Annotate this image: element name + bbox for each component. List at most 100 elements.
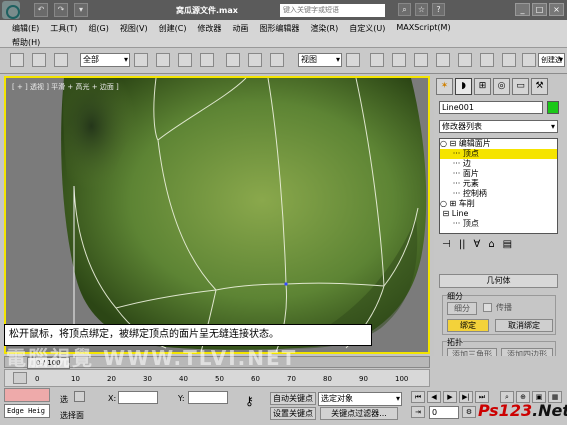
mini-curve-editor-icon[interactable] [13, 372, 27, 384]
menu-rendering[interactable]: 渲染(R) [310, 23, 338, 34]
menu-tools[interactable]: 工具(T) [50, 23, 77, 34]
menu-graph-editors[interactable]: 图形编辑器 [259, 23, 299, 34]
create-tab-icon[interactable]: ✶ [436, 78, 453, 95]
reference-coord-dropdown[interactable]: 视图 [298, 53, 342, 67]
show-end-result-icon[interactable]: || [459, 239, 466, 250]
subdivide-button[interactable]: 细分 [447, 302, 477, 315]
motion-tab-icon[interactable]: ◎ [493, 78, 510, 95]
object-color-swatch[interactable] [547, 101, 559, 114]
key-selection-dropdown[interactable]: 选定对象 [318, 392, 402, 406]
maxscript-listener-mini[interactable] [4, 388, 50, 402]
goto-start-icon[interactable]: ⏮ [411, 391, 425, 403]
prev-frame-icon[interactable]: ◀ [427, 391, 441, 403]
viewport-label[interactable]: [ + ] 透视 ] 平滑 + 高光 + 边面 ] [12, 82, 119, 92]
menu-maxscript[interactable]: MAXScript(M) [396, 23, 450, 34]
stack-item-handle[interactable]: ··· 控制柄 [440, 189, 557, 199]
spinner-snap-icon[interactable] [480, 53, 494, 67]
redo-button[interactable]: ↷ [54, 3, 68, 17]
selection-filter-dropdown[interactable]: 全部 [80, 53, 130, 67]
play-icon[interactable]: ▶ [443, 391, 457, 403]
keyboard-shortcut-icon[interactable] [392, 53, 406, 67]
stack-item-edit-patch[interactable]: ○ ⊟ 编辑面片 [440, 139, 557, 149]
lock-selection-icon[interactable] [74, 391, 85, 402]
selection-region-icon[interactable] [178, 53, 192, 67]
star-icon[interactable]: ☆ [415, 3, 428, 16]
percent-snap-icon[interactable] [458, 53, 472, 67]
stack-item-element[interactable]: ··· 元素 [440, 179, 557, 189]
undo-button[interactable]: ↶ [34, 3, 48, 17]
named-selection-dropdown[interactable]: 创建选 [538, 53, 565, 67]
help-icon[interactable]: ? [432, 3, 445, 16]
stack-item-lathe[interactable]: ○ ⊞ 车削 [440, 199, 557, 209]
pin-stack-icon[interactable]: ⊣ [442, 239, 451, 250]
bind-button[interactable]: 绑定 [447, 319, 489, 332]
snaps-toggle-icon[interactable] [414, 53, 428, 67]
track-tick-label: 50 [215, 375, 224, 383]
geometry-rollout-header[interactable]: 几何体 [439, 274, 558, 288]
current-frame-field[interactable]: 0 [429, 406, 459, 419]
menu-animation[interactable]: 动画 [232, 23, 248, 34]
configure-sets-icon[interactable]: ▤ [503, 239, 512, 250]
mirror-icon[interactable] [522, 53, 536, 67]
select-by-name-icon[interactable] [156, 53, 170, 67]
bound-vertex-marker[interactable] [284, 282, 288, 286]
maximize-button[interactable]: □ [532, 3, 547, 16]
menu-customize[interactable]: 自定义(U) [349, 23, 385, 34]
set-key-button[interactable]: 设置关键点 [270, 407, 316, 420]
bind-space-warp-icon[interactable] [54, 53, 68, 67]
menu-modifiers[interactable]: 修改器 [197, 23, 221, 34]
modifier-list-dropdown[interactable]: 修改器列表 [439, 120, 558, 133]
scale-icon[interactable] [270, 53, 284, 67]
edit-named-selection-icon[interactable] [502, 53, 516, 67]
rotate-icon[interactable] [248, 53, 262, 67]
x-coord-field[interactable] [118, 391, 158, 404]
stack-item-edge[interactable]: ··· 边 [440, 159, 557, 169]
unbind-button[interactable]: 取消绑定 [495, 319, 553, 332]
stack-item-line-vertex[interactable]: ··· 顶点 [440, 219, 557, 229]
utilities-tab-icon[interactable]: ⚒ [531, 78, 548, 95]
menu-help[interactable]: 帮助(H) [12, 37, 40, 48]
menu-edit[interactable]: 编辑(E) [12, 23, 39, 34]
quick-access-dropdown-button[interactable]: ▾ [74, 3, 88, 17]
remove-modifier-icon[interactable]: ⌂ [488, 239, 494, 250]
app-logo-icon[interactable] [2, 1, 20, 19]
next-frame-icon[interactable]: ▶| [459, 391, 473, 403]
key-icon[interactable]: ⚷ [245, 394, 263, 412]
move-icon[interactable] [226, 53, 240, 67]
search-input[interactable]: 键入关键字或短语 [280, 4, 385, 17]
unlink-icon[interactable] [32, 53, 46, 67]
stack-item-patch[interactable]: ··· 面片 [440, 169, 557, 179]
angle-snap-icon[interactable] [436, 53, 450, 67]
close-button[interactable]: × [549, 3, 564, 16]
menu-views[interactable]: 视图(V) [120, 23, 148, 34]
track-bar[interactable]: 0 10 20 30 40 50 60 70 80 90 100 [4, 369, 430, 387]
key-mode-icon[interactable]: ⇥ [411, 406, 425, 418]
maxscript-output[interactable]: Edge Heig [4, 404, 50, 418]
select-link-icon[interactable] [10, 53, 24, 67]
menu-create[interactable]: 创建(C) [159, 23, 187, 34]
modify-tab-icon[interactable]: ◗ [455, 78, 472, 95]
window-crossing-icon[interactable] [200, 53, 214, 67]
time-config-icon[interactable]: ⚙ [462, 406, 476, 418]
y-coord-field[interactable] [188, 391, 228, 404]
display-tab-icon[interactable]: ▭ [512, 78, 529, 95]
bulb-icon[interactable]: ○ [440, 199, 447, 208]
select-object-icon[interactable] [134, 53, 148, 67]
hierarchy-tab-icon[interactable]: ⊞ [474, 78, 491, 95]
bulb-icon[interactable]: ○ [440, 139, 447, 148]
pivot-center-icon[interactable] [346, 53, 360, 67]
perspective-viewport[interactable]: [ + ] 透视 ] 平滑 + 高光 + 边面 ] [4, 76, 430, 354]
auto-key-button[interactable]: 自动关键点 [270, 392, 316, 405]
menu-group[interactable]: 组(G) [88, 23, 108, 34]
minimize-button[interactable]: _ [515, 3, 530, 16]
object-name-field[interactable]: Line001 [439, 101, 543, 114]
select-manipulate-icon[interactable] [370, 53, 384, 67]
binoculars-icon[interactable]: ⌕ [398, 3, 411, 16]
stack-item-line[interactable]: ⊟ Line [440, 209, 557, 219]
propagate-checkbox[interactable] [483, 303, 492, 312]
time-slider-thumb[interactable]: 0 / 100 [27, 357, 70, 369]
time-slider[interactable]: 0 / 100 [4, 356, 430, 369]
key-filters-button[interactable]: 关键点过滤器... [320, 407, 398, 420]
make-unique-icon[interactable]: ∀ [473, 239, 480, 250]
stack-item-vertex[interactable]: ··· 顶点 [440, 149, 557, 159]
